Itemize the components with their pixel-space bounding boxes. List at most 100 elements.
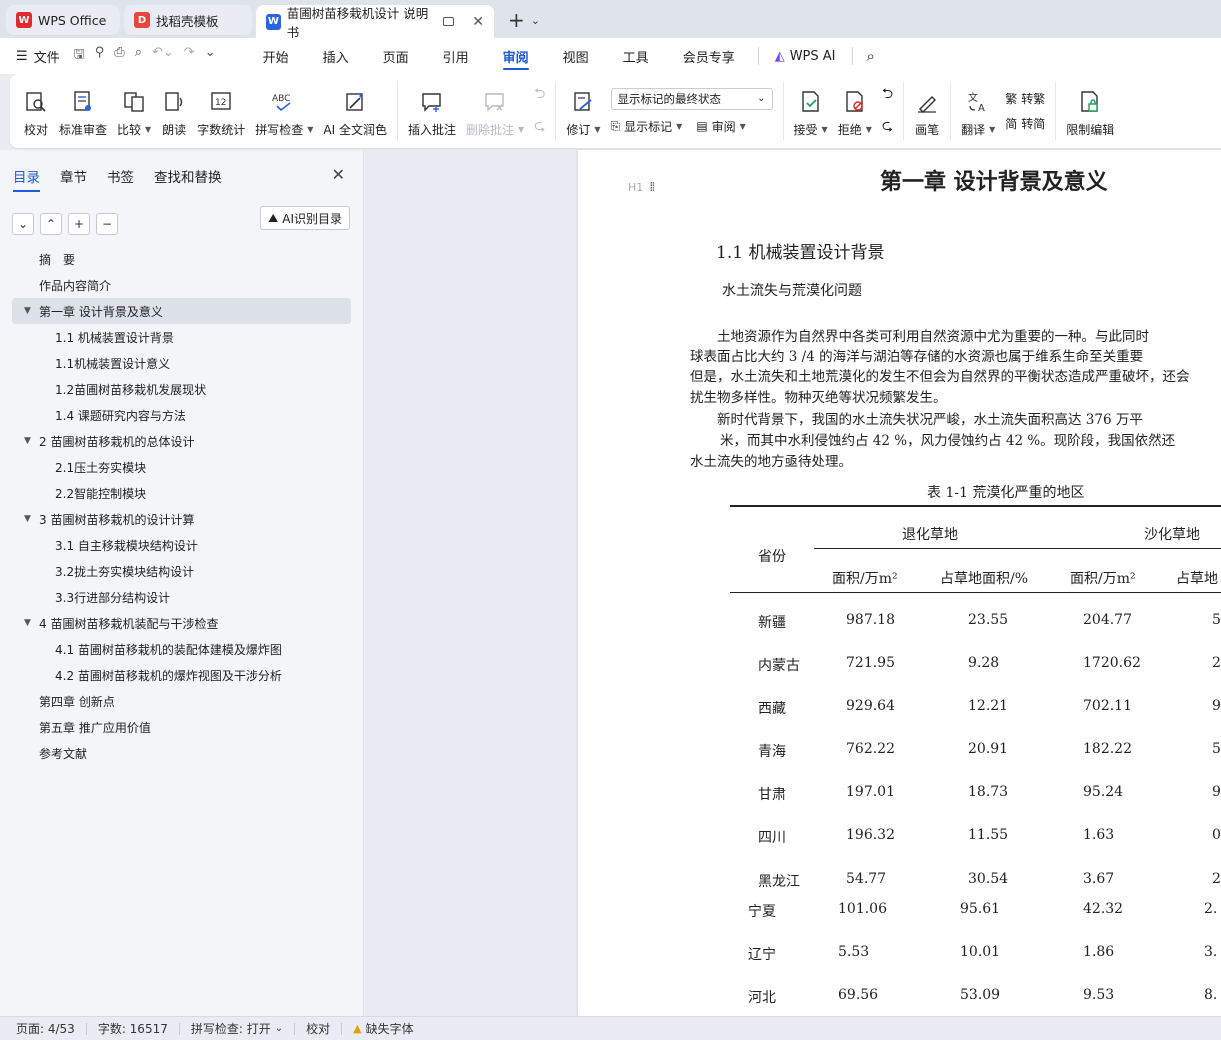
toc-item[interactable]: 参考文献 xyxy=(0,740,364,766)
toc-item[interactable]: 1.1机械装置设计意义 xyxy=(0,350,364,376)
proofread-button[interactable]: 校对 xyxy=(18,81,54,141)
toc-item[interactable]: 1.4 课题研究内容与方法 xyxy=(0,402,364,428)
next-comment-icon[interactable]: ⮎ xyxy=(534,115,545,139)
to-simplified-button[interactable]: 简转简 xyxy=(1005,115,1045,132)
standard-review-button[interactable]: 标准审查 xyxy=(54,81,112,141)
add-heading-button[interactable]: + xyxy=(68,213,90,235)
chevron-down-icon[interactable]: ⌄ xyxy=(531,14,540,27)
review-pane-button[interactable]: ▤ 审阅 ▼ xyxy=(696,118,746,135)
close-pane-icon[interactable]: ✕ xyxy=(332,165,345,184)
show-markup-button[interactable]: ⎘ 显示标记 ▼ xyxy=(611,118,683,135)
compare-button[interactable]: 比较 ▼ xyxy=(112,81,156,141)
toc-item[interactable]: 2.2智能控制模块 xyxy=(0,480,364,506)
review-pane-icon: ▤ xyxy=(696,119,708,133)
drag-handle-icon[interactable]: ⁞⁞ xyxy=(649,180,655,195)
wps-ai-button[interactable]: ◭ WPS AI xyxy=(765,49,846,64)
nav-tab-sections[interactable]: 章节 xyxy=(60,166,87,190)
new-tab-button[interactable]: + ⌄ xyxy=(498,8,546,38)
previous-comment-icon[interactable]: ⮌ xyxy=(534,83,545,107)
toc-item-label: 1.1 机械装置设计背景 xyxy=(55,330,174,345)
track-changes-button[interactable]: 修订 ▼ xyxy=(561,81,605,141)
revision-nav-group: ⮌ ⮎ xyxy=(877,81,898,141)
heading-marker[interactable]: H1 ⁞⁞ xyxy=(628,180,656,195)
print-icon[interactable]: ⎙ xyxy=(114,45,124,67)
word-count-button[interactable]: 12 字数统计 xyxy=(192,81,250,141)
print-preview-icon[interactable]: ⌕ xyxy=(135,45,142,67)
menu-review[interactable]: 审阅 xyxy=(486,38,546,74)
redo-icon[interactable]: ↷ xyxy=(184,45,195,67)
spell-check-button[interactable]: ABC 拼写检查 ▼ xyxy=(250,81,318,141)
reject-button[interactable]: 拒绝 ▼ xyxy=(833,81,877,141)
document-page[interactable]: H1 ⁞⁞ 第一章 设计背景及意义 1.1 机械装置设计背景 水土流失与荒漠化问题… xyxy=(578,150,1221,1016)
toc-item[interactable]: ▼ 4 苗圃树苗移栽机装配与干涉检查 xyxy=(0,610,364,636)
toc-item[interactable]: 作品内容简介 xyxy=(0,272,364,298)
previous-revision-icon[interactable]: ⮌ xyxy=(882,83,893,107)
menu-view[interactable]: 视图 xyxy=(546,38,606,74)
next-revision-icon[interactable]: ⮎ xyxy=(882,115,893,139)
toc-item[interactable]: 3.1 自主移栽模块结构设计 xyxy=(0,532,364,558)
menu-page[interactable]: 页面 xyxy=(366,38,426,74)
tab-template[interactable]: D 找稻壳模板 xyxy=(124,5,252,35)
toc-item[interactable]: ▼ 第一章 设计背景及意义 xyxy=(12,298,351,324)
word-count-label: 字数统计 xyxy=(197,123,246,137)
tab-wps-office[interactable]: W WPS Office xyxy=(6,5,120,35)
window-mode-icon[interactable] xyxy=(443,17,455,26)
share-icon[interactable]: ⚲ xyxy=(95,45,105,67)
more-chevron-icon[interactable]: ⌄ xyxy=(205,45,216,67)
caret-down-icon: ▼ xyxy=(865,125,872,134)
undo-icon[interactable]: ↶⌄ xyxy=(152,45,174,67)
expand-arrow-icon[interactable]: ▼ xyxy=(24,436,31,446)
menu-tools[interactable]: 工具 xyxy=(606,38,666,74)
accept-button[interactable]: 接受 ▼ xyxy=(789,81,833,141)
close-tab-icon[interactable]: ✕ xyxy=(472,14,484,30)
spell-check-indicator[interactable]: 拼写检查: 打开 ⌄ xyxy=(180,1020,294,1037)
toc-item[interactable]: 4.2 苗圃树苗移栽机的爆炸视图及干涉分析 xyxy=(0,662,364,688)
toc-item-label: 2.2智能控制模块 xyxy=(55,486,147,501)
expand-arrow-icon[interactable]: ▼ xyxy=(24,618,31,628)
delete-comment-button[interactable]: 删除批注 ▼ xyxy=(461,81,529,141)
read-aloud-button[interactable]: 朗读 xyxy=(156,81,192,141)
ai-toc-button[interactable]: ⛰ AI识别目录 xyxy=(260,206,350,230)
toc-item[interactable]: 第五章 推广应用价值 xyxy=(0,714,364,740)
toc-item[interactable]: ▼ 2 苗圃树苗移栽机的总体设计 xyxy=(0,428,364,454)
search-icon[interactable]: ⌕ xyxy=(859,47,875,65)
restrict-edit-button[interactable]: 限制编辑 xyxy=(1061,81,1119,141)
to-simplified-label: 转简 xyxy=(1021,117,1046,131)
toc-item[interactable]: 1.2苗圃树苗移栽机发展现状 xyxy=(0,376,364,402)
ai-polish-label: AI 全文润色 xyxy=(323,123,387,137)
toc-item[interactable]: 2.1压土夯实模块 xyxy=(0,454,364,480)
expand-arrow-icon[interactable]: ▼ xyxy=(24,306,31,316)
proof-indicator[interactable]: 校对 xyxy=(295,1020,341,1037)
save-icon[interactable]: 🖫 xyxy=(74,45,85,67)
nav-tab-toc[interactable]: 目录 xyxy=(13,166,40,192)
menu-insert[interactable]: 插入 xyxy=(306,38,366,74)
tab-document[interactable]: W 苗圃树苗移栽机设计 说明书 ✕ xyxy=(256,5,494,40)
ink-button[interactable]: 画笔 xyxy=(909,81,945,141)
toc-item[interactable]: 4.1 苗圃树苗移栽机的装配体建模及爆炸图 xyxy=(0,636,364,662)
toc-item[interactable]: ▼ 3 苗圃树苗移栽机的设计计算 xyxy=(0,506,364,532)
nav-tab-bookmarks[interactable]: 书签 xyxy=(107,166,134,190)
insert-comment-button[interactable]: 插入批注 xyxy=(403,81,461,141)
markup-display-select[interactable]: 显示标记的最终状态 ⌄ xyxy=(610,87,773,110)
toc-item[interactable]: 3.2拢土夯实模块结构设计 xyxy=(0,558,364,584)
expand-arrow-icon[interactable]: ▼ xyxy=(24,514,31,524)
toc-item[interactable]: 3.3行进部分结构设计 xyxy=(0,584,364,610)
page-indicator[interactable]: 页面: 4/53 xyxy=(16,1020,86,1037)
toc-item-label: 2.1压土夯实模块 xyxy=(55,460,147,475)
to-traditional-button[interactable]: 繁转繁 xyxy=(1005,90,1045,107)
toc-item[interactable]: 摘 要 xyxy=(0,246,364,272)
remove-heading-button[interactable]: − xyxy=(96,213,118,235)
file-menu[interactable]: ☰ 文件 xyxy=(16,47,60,66)
ai-polish-button[interactable]: AI 全文润色 xyxy=(318,81,392,141)
menu-membership[interactable]: 会员专享 xyxy=(666,38,752,74)
translate-button[interactable]: 文A 翻译 ▼ xyxy=(956,81,1000,141)
toc-item[interactable]: 1.1 机械装置设计背景 xyxy=(0,324,364,350)
nav-tab-find-replace[interactable]: 查找和替换 xyxy=(154,166,222,190)
toc-item[interactable]: 第四章 创新点 xyxy=(0,688,364,714)
collapse-up-button[interactable]: ⌃ xyxy=(40,213,62,235)
missing-font-indicator[interactable]: ▲ 缺失字体 xyxy=(342,1020,424,1037)
expand-down-button[interactable]: ⌄ xyxy=(12,213,34,235)
menu-home[interactable]: 开始 xyxy=(246,38,306,74)
word-count-indicator[interactable]: 字数: 16517 xyxy=(87,1020,179,1037)
menu-references[interactable]: 引用 xyxy=(426,38,486,74)
